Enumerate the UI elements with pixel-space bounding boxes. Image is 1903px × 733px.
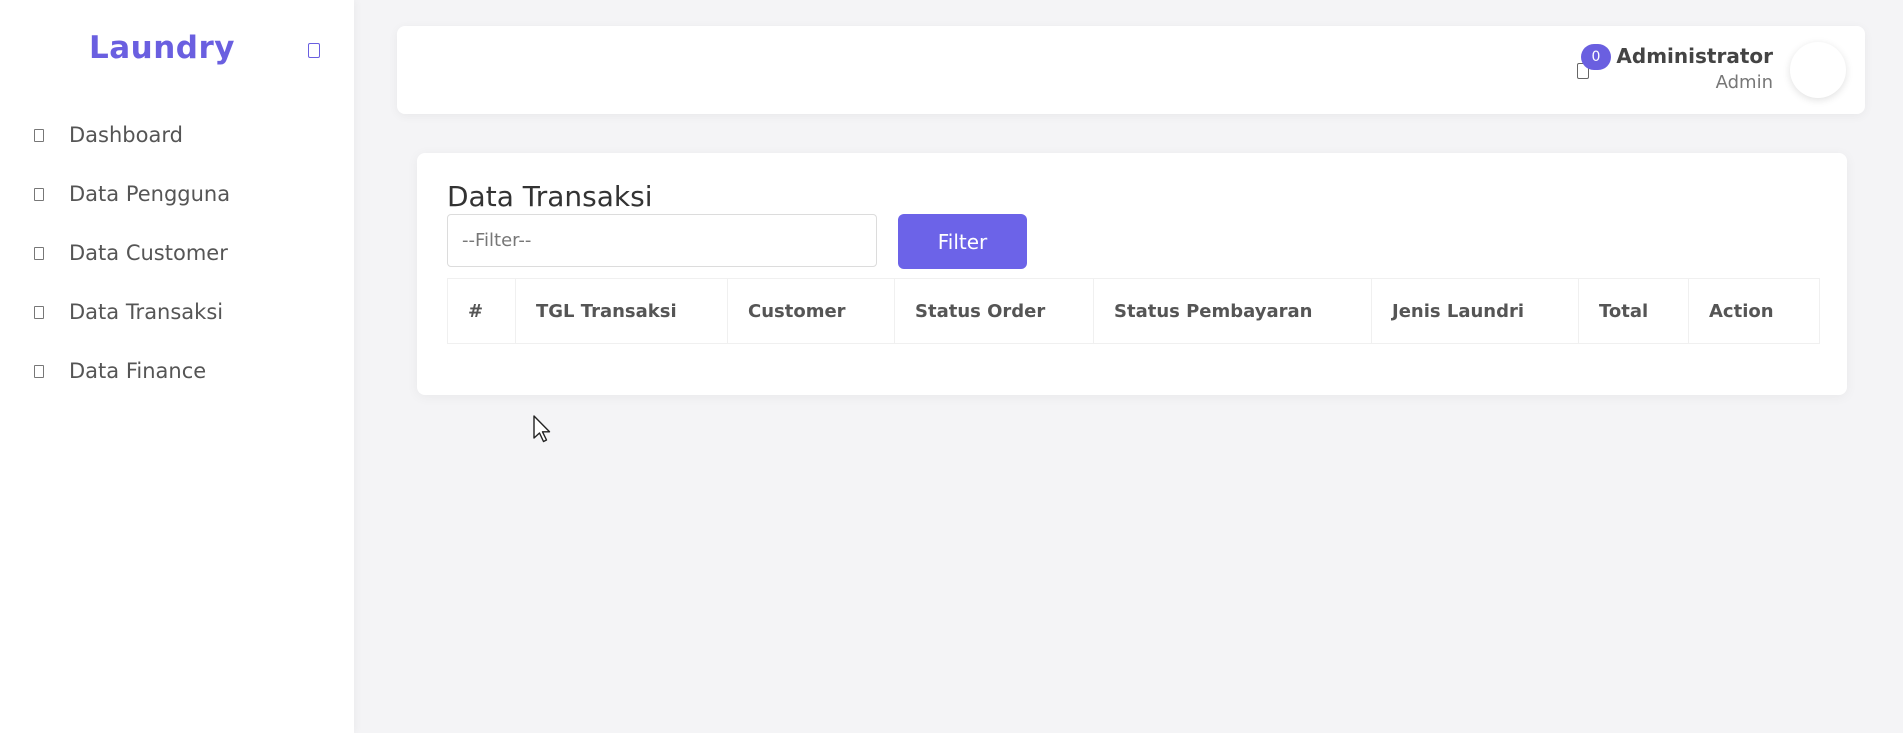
page-title: Data Transaksi <box>447 180 653 213</box>
sidebar-item-label: Data Finance <box>69 359 207 383</box>
customer-icon <box>34 247 44 260</box>
dashboard-icon <box>34 129 44 142</box>
sidebar-item-label: Data Pengguna <box>69 182 231 206</box>
users-icon <box>34 188 44 201</box>
column-header-number[interactable]: # <box>447 278 516 344</box>
sidebar-item-data-finance[interactable]: Data Finance <box>0 349 354 408</box>
column-header-status-pembayaran[interactable]: Status Pembayaran <box>1093 278 1372 344</box>
column-header-tgl-transaksi[interactable]: TGL Transaksi <box>515 278 728 344</box>
filter-input[interactable] <box>447 214 877 267</box>
transactions-table-wrapper: # TGL Transaksi Customer Status Order St… <box>447 278 1820 344</box>
column-header-customer[interactable]: Customer <box>727 278 895 344</box>
transactions-table: # TGL Transaksi Customer Status Order St… <box>447 278 1820 344</box>
table-header-row: # TGL Transaksi Customer Status Order St… <box>447 278 1820 344</box>
menu-toggle-icon[interactable] <box>308 43 320 58</box>
brand-logo[interactable]: Laundry <box>89 30 235 66</box>
sidebar-item-data-transaksi[interactable]: Data Transaksi <box>0 290 354 349</box>
user-role: Admin <box>1715 72 1773 93</box>
sidebar-item-label: Data Customer <box>69 241 228 265</box>
transaction-icon <box>34 306 44 319</box>
column-header-jenis-laundri[interactable]: Jenis Laundri <box>1371 278 1579 344</box>
sidebar-nav: Dashboard Data Pengguna Data Customer Da… <box>0 113 354 408</box>
filter-button[interactable]: Filter <box>898 214 1027 269</box>
column-header-action[interactable]: Action <box>1688 278 1820 344</box>
finance-icon <box>34 365 44 378</box>
sidebar: Laundry Dashboard Data Pengguna Data Cus… <box>0 0 354 733</box>
notification-badge[interactable]: 0 <box>1581 44 1611 70</box>
user-name[interactable]: Administrator <box>1616 44 1773 68</box>
sidebar-item-data-customer[interactable]: Data Customer <box>0 231 354 290</box>
sidebar-item-label: Data Transaksi <box>69 300 224 324</box>
column-header-status-order[interactable]: Status Order <box>894 278 1094 344</box>
column-header-total[interactable]: Total <box>1578 278 1689 344</box>
sidebar-item-label: Dashboard <box>69 123 183 147</box>
top-navbar: 0 Administrator Admin <box>397 26 1865 114</box>
sidebar-item-data-pengguna[interactable]: Data Pengguna <box>0 172 354 231</box>
sidebar-item-dashboard[interactable]: Dashboard <box>0 113 354 172</box>
transactions-card: Data Transaksi Filter # TGL Transaksi Cu… <box>417 153 1847 395</box>
mouse-cursor-icon <box>533 415 551 443</box>
avatar[interactable] <box>1790 42 1846 98</box>
